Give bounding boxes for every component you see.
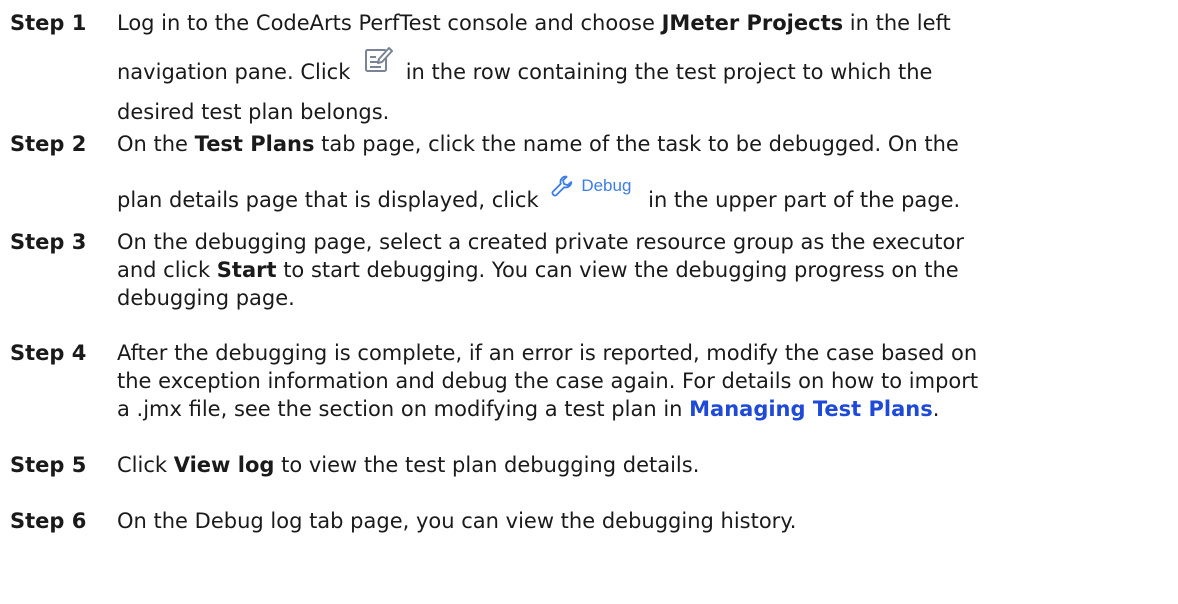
text-line: After the debugging is complete, if an e… <box>117 341 978 365</box>
edit-icon <box>357 43 399 98</box>
managing-test-plans-link[interactable]: Managing Test Plans <box>689 397 933 421</box>
step-label: Step 4 <box>10 341 87 365</box>
step-text: On the Debug log tab page, you can view … <box>117 507 1172 535</box>
step-text: After the debugging is complete, if an e… <box>117 339 1172 423</box>
step-label: Step 5 <box>10 453 87 477</box>
step-text: On the debugging page, select a created … <box>117 228 1172 312</box>
debug-button: Debug <box>549 164 631 208</box>
text-line: On the Debug log tab page, you can view … <box>117 509 797 533</box>
text-line: plan details page that is displayed, cli… <box>117 164 1172 222</box>
text-line: desired test plan belongs. <box>117 100 390 124</box>
wrench-icon <box>549 173 575 199</box>
ui-term: Test Plans <box>194 132 315 156</box>
step-label: Step 1 <box>10 11 87 35</box>
text-line: Log in to the CodeArts PerfTest console … <box>117 11 951 35</box>
text-line: On the debugging page, select a created … <box>117 230 964 254</box>
ui-term: JMeter Projects <box>661 11 844 35</box>
step-label: Step 2 <box>10 132 87 156</box>
step-label: Step 3 <box>10 230 87 254</box>
text-line: and click Start to start debugging. You … <box>117 258 959 282</box>
text-line: Click View log to view the test plan deb… <box>117 453 700 477</box>
step-text: Log in to the CodeArts PerfTest console … <box>117 9 1172 126</box>
text-line: debugging page. <box>117 286 295 310</box>
text-line: navigation pane. Click in the row contai… <box>117 43 1172 98</box>
step-label: Step 6 <box>10 509 87 533</box>
step-text: On the Test Plans tab page, click the na… <box>117 130 1172 222</box>
ui-term: Start <box>216 258 277 282</box>
step-text: Click View log to view the test plan deb… <box>117 451 1172 479</box>
ui-term: View log <box>173 453 275 477</box>
text-line: On the Test Plans tab page, click the na… <box>117 132 959 156</box>
text-line: a .jmx file, see the section on modifyin… <box>117 397 940 421</box>
text-line: the exception information and debug the … <box>117 369 979 393</box>
debug-button-label: Debug <box>581 176 632 195</box>
